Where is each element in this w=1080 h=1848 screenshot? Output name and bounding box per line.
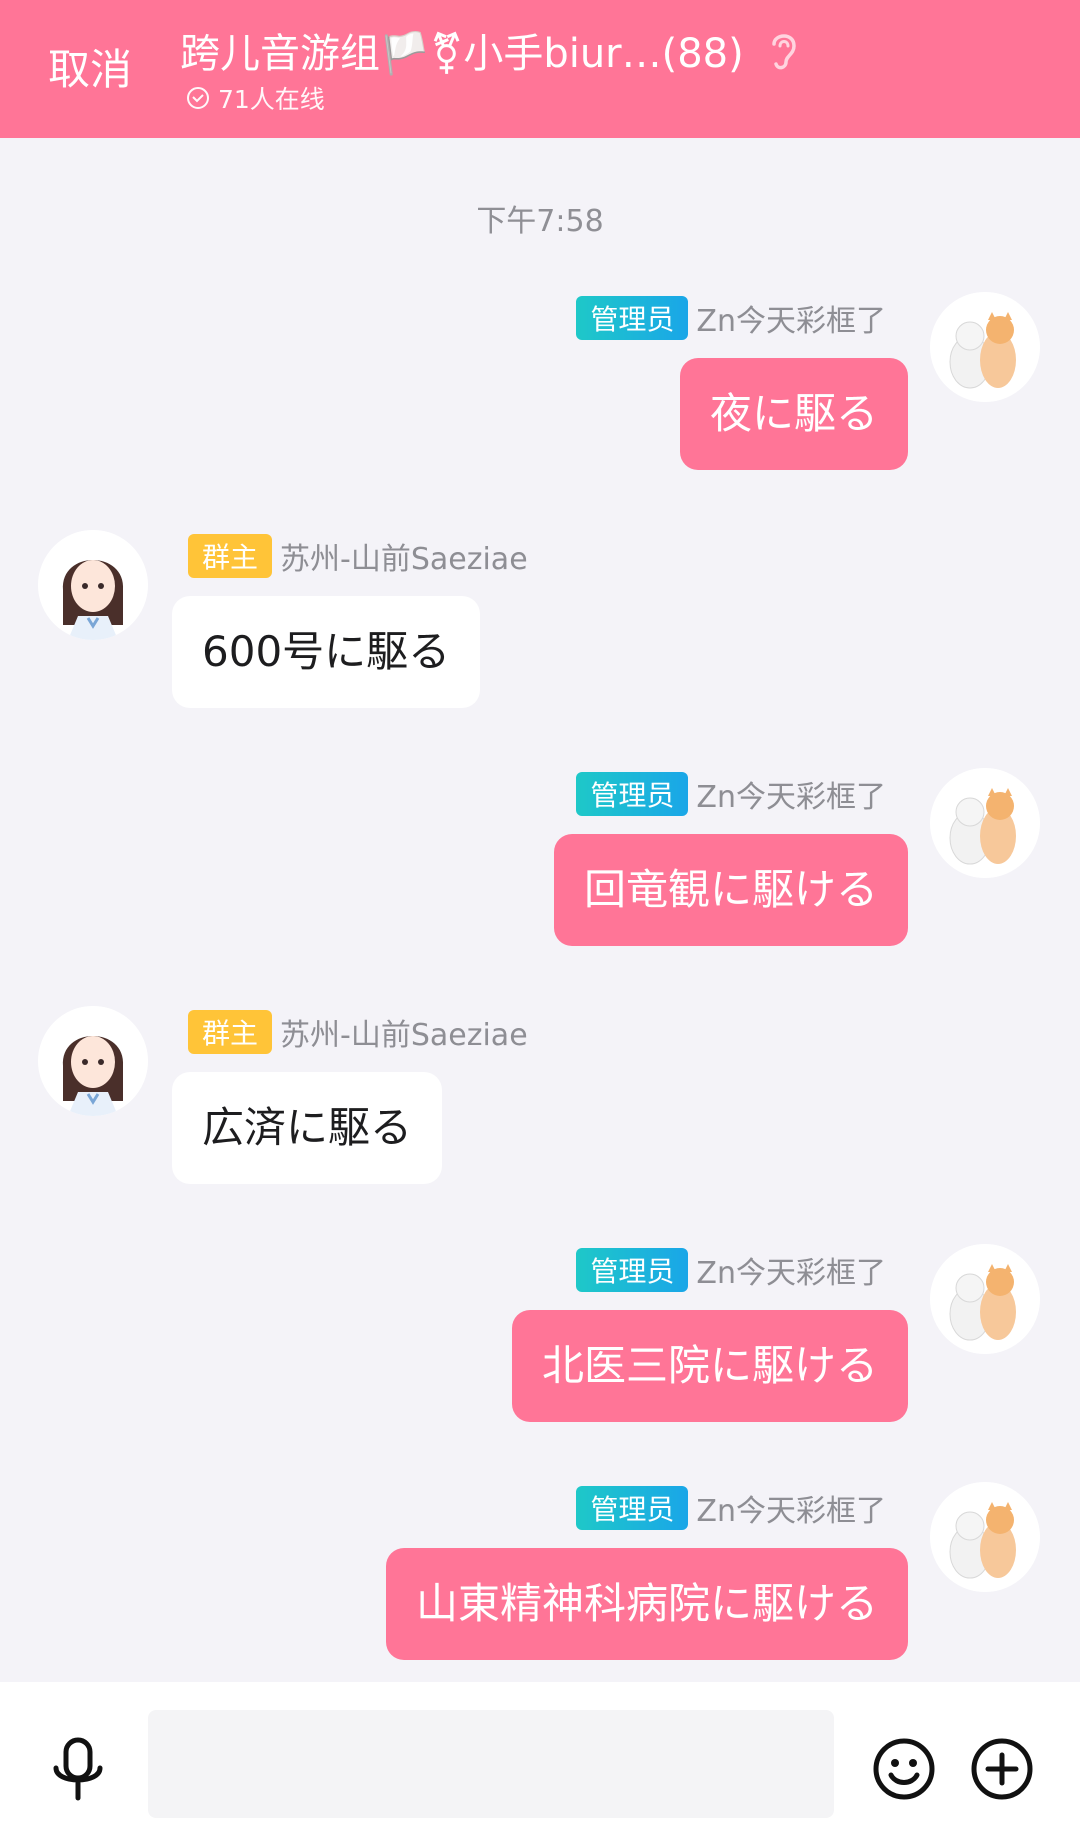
chat-area[interactable]: 下午7:58 管理员 Zn今天彩框了 夜に駆る 群主 苏州-山前Saeziae … [0, 138, 1080, 1682]
sender-meta: 群主 苏州-山前Saeziae [188, 1010, 528, 1054]
admin-badge: 管理员 [576, 296, 689, 340]
admin-badge: 管理员 [576, 1248, 689, 1292]
cat-avatar-icon [930, 1244, 1040, 1354]
admin-badge: 管理员 [576, 1486, 689, 1530]
sender-name[interactable]: Zn今天彩框了 [696, 772, 886, 816]
check-circle-icon [187, 87, 209, 109]
avatar-cats[interactable] [930, 292, 1040, 402]
girl-avatar-icon [38, 530, 148, 640]
group-title: 跨儿音游组🏳️⚧小手biur…(88) [180, 31, 744, 77]
cat-avatar-icon [930, 1482, 1040, 1592]
input-bar [0, 1682, 1080, 1848]
message-bubble[interactable]: 山東精神科病院に駆ける [385, 1548, 908, 1660]
plus-icon[interactable] [970, 1737, 1034, 1801]
sender-meta: 管理员 Zn今天彩框了 [576, 1248, 886, 1292]
message-bubble[interactable]: 600号に駆る [172, 596, 481, 708]
sender-name[interactable]: Zn今天彩框了 [696, 296, 886, 340]
online-count: 71人在线 [218, 85, 325, 114]
avatar-cats[interactable] [930, 768, 1040, 878]
avatar-cats[interactable] [930, 1244, 1040, 1354]
avatar-cats[interactable] [930, 1482, 1040, 1592]
message-bubble[interactable]: 北医三院に駆ける [511, 1310, 908, 1422]
message-bubble[interactable]: 回竜観に駆ける [553, 834, 908, 946]
owner-badge: 群主 [188, 534, 273, 578]
sender-meta: 管理员 Zn今天彩框了 [576, 296, 886, 340]
ear-icon[interactable] [764, 28, 802, 72]
message-bubble[interactable]: 夜に駆る [679, 358, 908, 470]
timestamp: 下午7:58 [476, 204, 604, 239]
message-bubble[interactable]: 広済に駆る [172, 1072, 443, 1184]
sender-meta: 管理员 Zn今天彩框了 [576, 1486, 886, 1530]
online-status: 71人在线 [186, 80, 325, 116]
cat-avatar-icon [930, 768, 1040, 878]
avatar-girl[interactable] [38, 530, 148, 640]
sender-meta: 管理员 Zn今天彩框了 [576, 772, 886, 816]
sender-name[interactable]: Zn今天彩框了 [696, 1248, 886, 1292]
girl-avatar-icon [38, 1006, 148, 1116]
avatar-girl[interactable] [38, 1006, 148, 1116]
sender-meta: 群主 苏州-山前Saeziae [188, 534, 528, 578]
chat-header: 取消 跨儿音游组🏳️⚧小手biur…(88) 71人在线 [0, 0, 1080, 138]
group-title-row[interactable]: 跨儿音游组🏳️⚧小手biur…(88) [180, 22, 802, 78]
sender-name[interactable]: 苏州-山前Saeziae [280, 1010, 528, 1054]
sender-name[interactable]: Zn今天彩框了 [696, 1486, 886, 1530]
sender-name[interactable]: 苏州-山前Saeziae [280, 534, 528, 578]
admin-badge: 管理员 [576, 772, 689, 816]
owner-badge: 群主 [188, 1010, 273, 1054]
cat-avatar-icon [930, 292, 1040, 402]
cancel-button[interactable]: 取消 [48, 44, 132, 96]
microphone-icon[interactable] [50, 1736, 106, 1806]
message-input[interactable] [148, 1710, 834, 1818]
emoji-icon[interactable] [872, 1737, 936, 1801]
